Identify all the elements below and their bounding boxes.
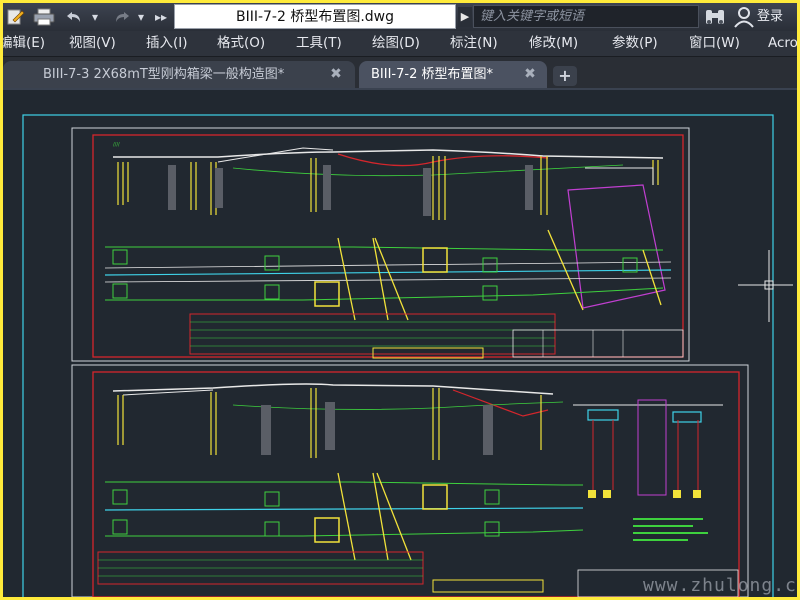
tab-bridge-layout[interactable]: BIII-7-2 桥型布置图* ✖ [359, 61, 547, 88]
sheet-1: //// [71, 127, 690, 362]
document-title: BIII-7-2 桥型布置图.dwg [174, 4, 456, 29]
title-bar: ▾ ▾ ▸▸ BIII-7-2 桥型布置图.dwg ▶ 键入关键字或短语 登录 [3, 3, 797, 32]
redo-icon[interactable] [109, 7, 133, 27]
tab-label: BIII-7-3 2X68mT型刚构箱梁一般构造图* [43, 67, 285, 82]
chevron-right-icon[interactable]: ▶ [458, 7, 472, 27]
cad-drawing: //// [22, 114, 793, 597]
sheet-2 [71, 364, 749, 597]
menu-tools[interactable]: 工具(T) [296, 31, 342, 56]
user-icon[interactable] [733, 6, 755, 28]
document-tab-bar: BIII-7-3 2X68mT型刚构箱梁一般构造图* ✖ BIII-7-2 桥型… [3, 57, 797, 90]
search-input[interactable]: 键入关键字或短语 [473, 5, 699, 28]
tab-label: BIII-7-2 桥型布置图* [371, 67, 493, 82]
print-icon[interactable] [31, 7, 57, 27]
menu-parametric[interactable]: 参数(P) [612, 31, 658, 56]
autocad-window: ▾ ▾ ▸▸ BIII-7-2 桥型布置图.dwg ▶ 键入关键字或短语 登录 … [3, 3, 797, 597]
menu-window[interactable]: 窗口(W) [689, 31, 740, 56]
menu-format[interactable]: 格式(O) [217, 31, 265, 56]
sheet-1-paper [71, 127, 690, 362]
edit-pencil-icon[interactable] [5, 7, 27, 27]
login-link[interactable]: 登录 [757, 7, 783, 27]
binoculars-icon[interactable] [703, 7, 727, 27]
undo-dropdown-icon[interactable]: ▾ [89, 7, 101, 27]
menu-bar: 编辑(E) 视图(V) 插入(I) 格式(O) 工具(T) 绘图(D) 标注(N… [3, 31, 797, 57]
redo-dropdown-icon[interactable]: ▾ [135, 7, 147, 27]
menu-draw[interactable]: 绘图(D) [372, 31, 420, 56]
close-icon[interactable]: ✖ [523, 61, 537, 88]
menu-view[interactable]: 视图(V) [69, 31, 116, 56]
undo-icon[interactable] [63, 7, 87, 27]
svg-text:////: //// [113, 142, 120, 148]
crosshair-cursor [738, 250, 793, 322]
drawing-canvas[interactable]: //// www.zhulong.c [3, 90, 797, 597]
more-tools-icon[interactable]: ▸▸ [153, 7, 169, 27]
new-tab-plus-icon[interactable]: + [553, 66, 577, 86]
menu-insert[interactable]: 插入(I) [146, 31, 188, 56]
watermark: www.zhulong.com [643, 575, 797, 596]
layout-border [22, 114, 774, 597]
close-icon[interactable]: ✖ [329, 61, 343, 88]
menu-acrobat[interactable]: Acro [768, 31, 797, 56]
tab-general-structure[interactable]: BIII-7-3 2X68mT型刚构箱梁一般构造图* ✖ [3, 61, 355, 88]
menu-dimension[interactable]: 标注(N) [450, 31, 498, 56]
menu-modify[interactable]: 修改(M) [529, 31, 578, 56]
menu-edit[interactable]: 编辑(E) [3, 31, 45, 56]
sheet-2-border [92, 371, 740, 597]
